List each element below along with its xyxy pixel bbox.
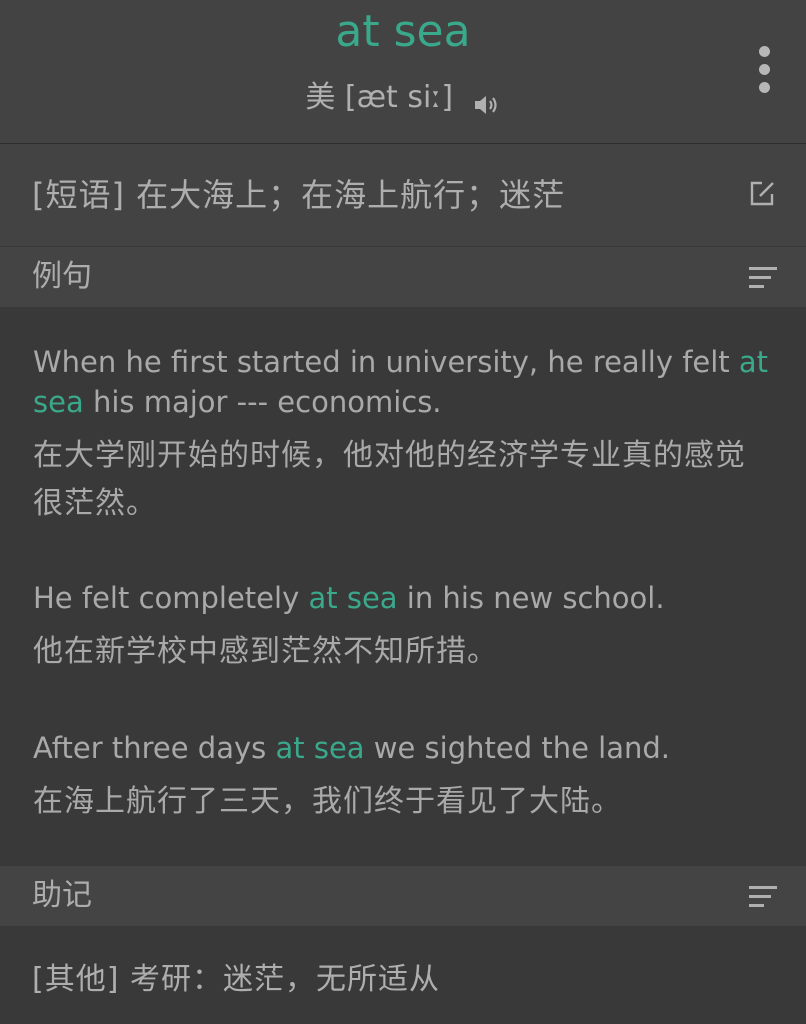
examples-section-header: 例句 bbox=[0, 247, 806, 307]
region-label: 美 bbox=[305, 80, 336, 115]
phonetic-text: [æt siː] bbox=[344, 80, 454, 115]
word-header: at sea 美 [æt siː] bbox=[0, 0, 806, 144]
example-highlight: at sea bbox=[275, 731, 365, 765]
more-vertical-icon[interactable] bbox=[752, 44, 776, 96]
examples-title: 例句 bbox=[32, 259, 92, 294]
example-english: After three days at sea we sighted the l… bbox=[33, 728, 773, 768]
example-english-text: He felt completely bbox=[33, 581, 309, 615]
example-chinese: 他在新学校中感到茫然不知所措。 bbox=[33, 634, 498, 669]
sort-icon[interactable] bbox=[748, 884, 778, 910]
sort-icon[interactable] bbox=[748, 265, 778, 291]
example-english-text: After three days bbox=[33, 731, 276, 765]
example-english: He felt completely at sea in his new sch… bbox=[33, 578, 773, 618]
edit-icon[interactable] bbox=[748, 180, 776, 208]
example-chinese: 在大学刚开始的时候，他对他的经济学专业真的感觉很茫然。 bbox=[33, 438, 746, 521]
mnemonic-panel: [其他] 考研：迷茫，无所适从 bbox=[0, 927, 806, 1024]
example-highlight: at sea bbox=[308, 581, 398, 615]
mnemonic-title: 助记 bbox=[32, 878, 92, 913]
example-english: When he first started in university, he … bbox=[33, 342, 773, 422]
definition-panel: [短语] 在大海上；在海上航行；迷茫 bbox=[0, 144, 806, 246]
examples-list: When he first started in university, he … bbox=[0, 308, 806, 864]
example-item: When he first started in university, he … bbox=[33, 342, 773, 528]
headword: at sea bbox=[335, 6, 471, 57]
example-item: After three days at sea we sighted the l… bbox=[33, 728, 773, 826]
example-item: He felt completely at sea in his new sch… bbox=[33, 578, 773, 676]
mnemonic-section-header: 助记 bbox=[0, 866, 806, 926]
pronunciation-row: 美 [æt siː] bbox=[0, 76, 806, 120]
example-chinese: 在海上航行了三天，我们终于看见了大陆。 bbox=[33, 784, 622, 819]
example-english-text: we sighted the land. bbox=[364, 731, 670, 765]
example-english-text: in his new school. bbox=[397, 581, 665, 615]
definition-text: [短语] 在大海上；在海上航行；迷茫 bbox=[32, 176, 566, 214]
example-english-text: his major --- economics. bbox=[83, 385, 442, 419]
speaker-icon[interactable] bbox=[473, 85, 501, 114]
mnemonic-text: [其他] 考研：迷茫，无所适从 bbox=[32, 962, 440, 997]
example-english-text: When he first started in university, he … bbox=[33, 345, 739, 379]
